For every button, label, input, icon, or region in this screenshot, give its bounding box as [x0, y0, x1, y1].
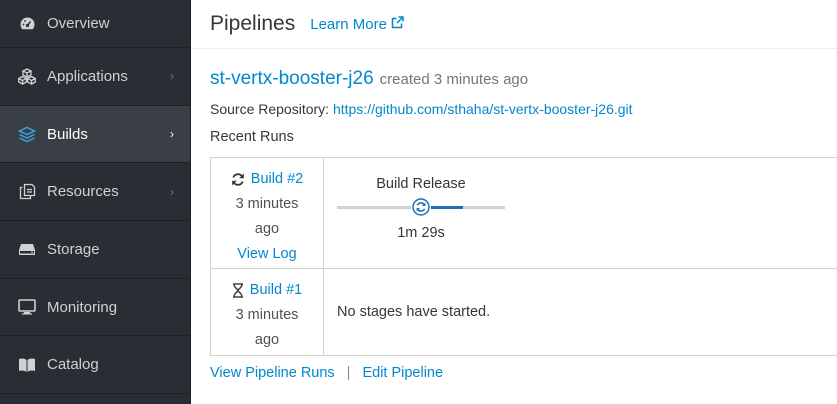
- view-pipeline-runs-link[interactable]: View Pipeline Runs: [210, 365, 335, 381]
- pipeline-heading: st-vertx-booster-j26 created 3 minutes a…: [210, 68, 837, 90]
- page-header: Pipelines Learn More: [192, 0, 837, 49]
- table-row: Build #1 3 minutes ago No stages have st…: [211, 269, 837, 355]
- files-icon: [18, 183, 36, 201]
- storage-icon: [18, 240, 36, 258]
- sidebar-item-monitoring[interactable]: Monitoring: [0, 279, 190, 337]
- running-sync-icon: [411, 197, 431, 217]
- run-stages: Build Release 1m 29s: [324, 158, 837, 268]
- pipeline-name-link[interactable]: st-vertx-booster-j26: [210, 68, 374, 90]
- sidebar: Overview Applications › Builds › Resourc…: [0, 0, 191, 404]
- book-icon: [18, 356, 36, 374]
- learn-more-label: Learn More: [310, 15, 387, 33]
- run-time-line1: 3 minutes: [235, 196, 299, 212]
- edit-pipeline-link[interactable]: Edit Pipeline: [362, 365, 443, 381]
- monitor-icon: [18, 298, 36, 316]
- cubes-icon: [18, 67, 36, 85]
- pipeline-section: st-vertx-booster-j26 created 3 minutes a…: [192, 68, 837, 145]
- sidebar-item-label: Monitoring: [47, 298, 118, 316]
- sidebar-item-label: Builds: [47, 125, 88, 143]
- external-link-icon: [391, 15, 404, 33]
- page-title: Pipelines: [210, 12, 296, 35]
- link-separator: |: [346, 365, 351, 381]
- created-ago: 3 minutes ago: [433, 71, 529, 88]
- no-stages-message: No stages have started.: [337, 304, 491, 320]
- source-repository-link[interactable]: https://github.com/sthaha/st-vertx-boost…: [333, 101, 633, 117]
- sidebar-item-overview[interactable]: Overview: [0, 0, 190, 48]
- created-label: created: [379, 71, 430, 88]
- main-content: Pipelines Learn More st-vertx-booster-j2…: [192, 0, 837, 404]
- run-time-line2: ago: [254, 332, 280, 348]
- view-log-link[interactable]: View Log: [237, 242, 296, 267]
- run-summary: Build #2 3 minutes ago View Log: [211, 158, 324, 268]
- sidebar-item-label: Storage: [47, 240, 100, 258]
- sync-icon: [231, 172, 245, 187]
- stage-name: Build Release: [376, 176, 466, 192]
- sidebar-item-builds[interactable]: Builds ›: [0, 105, 190, 164]
- sidebar-item-label: Catalog: [47, 356, 99, 374]
- build-label: Build #1: [249, 282, 303, 298]
- sidebar-item-resources[interactable]: Resources ›: [0, 163, 190, 222]
- sidebar-item-storage[interactable]: Storage: [0, 221, 190, 279]
- sidebar-item-applications[interactable]: Applications ›: [0, 48, 190, 106]
- table-row: Build #2 3 minutes ago View Log Build Re…: [211, 158, 837, 269]
- run-stages: No stages have started.: [324, 269, 837, 355]
- runs-table: Build #2 3 minutes ago View Log Build Re…: [210, 157, 837, 356]
- hourglass-icon: [232, 283, 244, 298]
- sidebar-item-label: Resources: [47, 183, 119, 201]
- sidebar-item-label: Applications: [47, 67, 128, 85]
- build-label: Build #2: [250, 171, 304, 187]
- stage-build-release[interactable]: Build Release 1m 29s: [337, 176, 505, 241]
- recent-runs-heading: Recent Runs: [210, 129, 294, 145]
- stage-duration: 1m 29s: [397, 225, 445, 241]
- pipeline-actions: View Pipeline Runs | Edit Pipeline: [210, 365, 443, 381]
- run-summary: Build #1 3 minutes ago: [211, 269, 324, 355]
- chevron-right-icon: ›: [170, 69, 174, 84]
- sidebar-item-catalog[interactable]: Catalog: [0, 336, 190, 395]
- build-1-link[interactable]: Build #1: [232, 278, 302, 303]
- layers-icon: [18, 125, 36, 143]
- build-2-link[interactable]: Build #2: [231, 167, 303, 192]
- run-time-line1: 3 minutes: [235, 307, 299, 323]
- stage-progress-bar: [337, 197, 505, 217]
- run-time-line2: ago: [254, 221, 280, 237]
- sidebar-item-label: Overview: [47, 15, 110, 32]
- source-label: Source Repository:: [210, 101, 330, 117]
- pipeline-created: created 3 minutes ago: [380, 71, 528, 88]
- learn-more-link[interactable]: Learn More: [310, 16, 404, 33]
- dashboard-icon: [18, 15, 36, 33]
- chevron-right-icon: ›: [170, 184, 174, 199]
- chevron-right-icon: ›: [170, 127, 174, 142]
- source-repository: Source Repository: https://github.com/st…: [210, 101, 837, 117]
